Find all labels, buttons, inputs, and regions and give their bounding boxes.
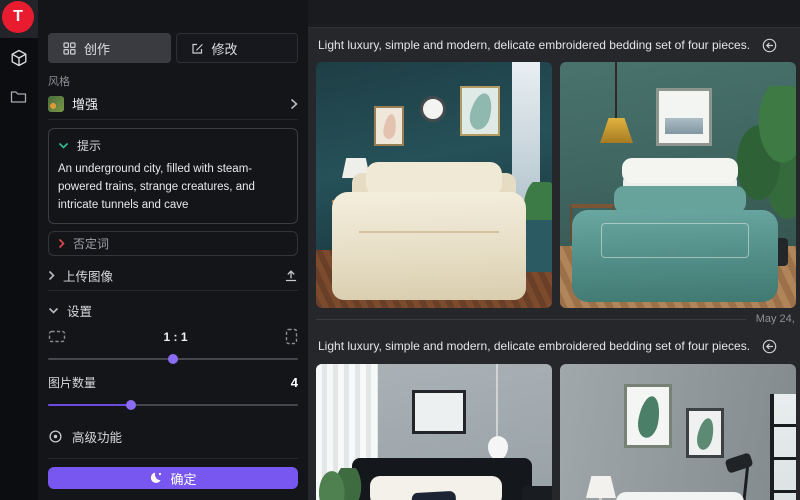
art-leaf: [636, 395, 663, 440]
generated-image-3[interactable]: [316, 364, 552, 500]
slider-thumb[interactable]: [126, 400, 136, 410]
portrait-frame-icon[interactable]: [285, 328, 298, 345]
upload-image-label: 上传图像: [63, 266, 113, 285]
image-count-label: 图片数量: [48, 374, 96, 391]
art: [665, 118, 703, 134]
bedroom-scene-teal: [560, 62, 796, 308]
feed-prompt-row: Light luxury, simple and modern, delicat…: [316, 328, 796, 364]
style-label: 风格: [48, 73, 298, 89]
chevron-right-icon: [58, 238, 65, 249]
wall-art: [656, 88, 712, 146]
art-leaf: [467, 91, 495, 132]
embroidery-trim: [359, 231, 499, 233]
feed-prompt-text: Light luxury, simple and modern, delicat…: [318, 38, 750, 52]
icon-rail: T: [0, 0, 38, 500]
chevron-right-icon: [48, 270, 55, 281]
duvet: [332, 192, 526, 300]
pendant-cord: [615, 62, 617, 120]
stitch-line: [601, 223, 749, 258]
tab-modify[interactable]: 修改: [176, 33, 299, 63]
feed-prompt-text: Light luxury, simple and modern, delicat…: [318, 339, 750, 353]
tab-create[interactable]: 创作: [48, 33, 171, 63]
generated-image-4[interactable]: [560, 364, 796, 500]
aspect-ratio-value: 1 : 1: [66, 330, 285, 344]
upload-image-section[interactable]: 上传图像: [48, 265, 298, 291]
image-row: [316, 364, 796, 500]
slider-fill: [48, 404, 131, 406]
generated-image-2[interactable]: [560, 62, 796, 308]
confirm-button[interactable]: 确定: [48, 467, 298, 489]
app-logo[interactable]: T: [2, 1, 34, 33]
settings-label: 设置: [67, 301, 92, 320]
reuse-prompt-icon[interactable]: [762, 38, 777, 53]
generated-image-1[interactable]: [316, 62, 552, 308]
pendant-cord: [496, 364, 498, 438]
settings-section[interactable]: 设置: [48, 300, 298, 320]
style-value: 增强: [72, 94, 98, 113]
eye-icon: [48, 429, 63, 444]
wall-art: [624, 384, 672, 448]
chevron-down-icon: [48, 307, 59, 314]
art-feather: [382, 113, 397, 139]
advanced-features-label: 高级功能: [72, 427, 122, 446]
aspect-ratio-slider[interactable]: [48, 353, 298, 365]
image-count-slider[interactable]: [48, 399, 298, 411]
grid-icon: [63, 42, 76, 55]
white-pillows: [622, 158, 738, 183]
mode-tabs: 创作 修改: [48, 33, 298, 63]
wall-art: [686, 408, 724, 458]
art-leaf: [695, 417, 716, 451]
negative-words-section[interactable]: 否定词: [48, 231, 298, 256]
reuse-prompt-icon[interactable]: [762, 339, 777, 354]
style-thumbnail-icon: [48, 96, 64, 112]
chevron-right-icon: [290, 98, 298, 110]
top-bar: [308, 0, 800, 28]
date-label: May 24, 1: [756, 313, 796, 325]
bedroom-scene-aqua: [560, 364, 796, 500]
generation-panel: 创作 修改 风格 增强 提示 An underground city, fill…: [38, 0, 308, 500]
bedroom-scene-cream: [316, 62, 552, 308]
white-pillows: [616, 492, 744, 500]
plant: [318, 468, 364, 500]
chevron-down-icon: [58, 142, 69, 149]
landscape-frame-icon[interactable]: [48, 330, 66, 343]
advanced-features-toggle[interactable]: 高级功能: [48, 427, 298, 459]
pillows: [366, 162, 502, 196]
confirm-button-label: 确定: [170, 469, 196, 488]
prompt-label: 提示: [77, 137, 101, 154]
image-count-value: 4: [291, 375, 298, 390]
prompt-input[interactable]: An underground city, filled with steam-p…: [58, 161, 288, 214]
crescent-moon-icon: [149, 471, 163, 485]
wall-clock: [420, 96, 446, 122]
tab-create-label: 创作: [84, 39, 110, 58]
aspect-ratio-row: 1 : 1: [48, 328, 298, 345]
window: [770, 394, 796, 500]
bedroom-scene-white: [316, 364, 552, 500]
wall-art: [460, 86, 500, 136]
duvet: [572, 210, 778, 302]
wall-art: [374, 106, 404, 146]
image-count-row: 图片数量 4: [48, 374, 298, 391]
cube-icon[interactable]: [10, 49, 28, 67]
app-logo-letter: T: [13, 8, 23, 26]
negative-words-label: 否定词: [73, 235, 109, 252]
date-divider: May 24, 1: [316, 311, 796, 327]
upload-icon[interactable]: [284, 269, 298, 283]
divider-line: [316, 319, 746, 320]
navy-pillow: [412, 491, 457, 500]
edit-icon: [191, 42, 204, 55]
tab-modify-label: 修改: [212, 39, 238, 58]
wall-art: [412, 390, 466, 434]
prompt-header[interactable]: 提示: [58, 137, 288, 154]
style-selector[interactable]: 增强: [48, 96, 298, 120]
teal-pillows: [614, 186, 746, 213]
prompt-box[interactable]: 提示 An underground city, filled with stea…: [48, 128, 298, 224]
results-feed: Light luxury, simple and modern, delicat…: [308, 0, 800, 500]
image-row: [316, 62, 796, 308]
feed-prompt-row: Light luxury, simple and modern, delicat…: [316, 28, 796, 62]
armchair: [522, 486, 552, 500]
folder-icon[interactable]: [10, 89, 28, 107]
slider-thumb[interactable]: [168, 354, 178, 364]
